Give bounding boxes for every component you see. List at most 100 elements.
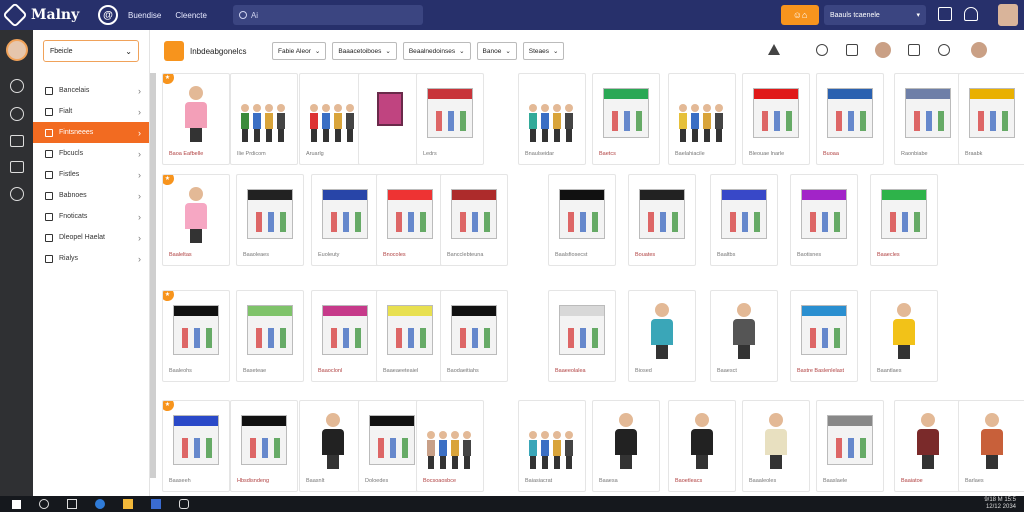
person-body (615, 429, 637, 455)
product-card[interactable]: Biosed (628, 290, 696, 382)
product-card[interactable]: Bnaulseidar (518, 73, 586, 165)
account-dropdown[interactable]: Baauls tcaenele ▾ (824, 5, 926, 25)
globe-icon[interactable] (9, 79, 24, 93)
filter-dropdown[interactable]: Beaalnedoinses ⌄ (402, 42, 471, 60)
clothing-rack (822, 328, 828, 348)
search-icon[interactable] (39, 499, 49, 509)
product-card[interactable]: Baaeeolalea (548, 290, 616, 382)
nav-link-1[interactable]: Buendise (128, 11, 161, 20)
share-icon[interactable] (816, 44, 828, 56)
browser-icon[interactable] (95, 499, 105, 509)
product-card[interactable]: Ilie Prdicom (230, 73, 298, 165)
sidebar-item[interactable]: Rialys › (33, 248, 149, 269)
sidebar-select[interactable]: Fbeicle ⌄ (43, 40, 139, 62)
brand-icon[interactable]: @ (98, 5, 118, 25)
product-card[interactable]: Bancclebteuna (440, 174, 508, 266)
scissors-icon[interactable] (938, 44, 950, 56)
warning-icon[interactable] (768, 44, 780, 55)
product-card[interactable]: Baotisnes (790, 174, 858, 266)
sidebar-item[interactable]: Fintsneees › (33, 122, 149, 143)
product-card[interactable]: Baaesct (710, 290, 778, 382)
quick-action-button[interactable]: ☺⌂ (781, 5, 819, 25)
start-icon[interactable] (12, 499, 21, 509)
product-card[interactable]: Bastre Baslenlelast (790, 290, 858, 382)
product-card[interactable]: Baaseeh ★ (162, 400, 230, 492)
product-card[interactable]: Baasnlt (299, 400, 367, 492)
sidebar-item[interactable]: Fistles › (33, 164, 149, 185)
product-card[interactable]: Bleouae lnarle (742, 73, 810, 165)
product-card[interactable]: Baiasiacrat (518, 400, 586, 492)
filter-dropdown[interactable]: Fabie Aleor ⌄ (272, 42, 327, 60)
product-caption: Baodaeitiahs (447, 368, 479, 374)
person-legs (530, 456, 536, 469)
product-card[interactable]: Hbsdisndeng (230, 400, 298, 492)
product-card[interactable]: Baaesa (592, 400, 660, 492)
product-card[interactable]: Bnocoles (376, 174, 444, 266)
search-input[interactable]: Ai (232, 5, 423, 25)
product-card[interactable]: Baaslaele (816, 400, 884, 492)
product-card[interactable]: Baoa Eafbelle ★ (162, 73, 230, 165)
filter-dropdown[interactable]: Steaes ⌄ (522, 42, 565, 60)
product-card[interactable]: Euoleuty (311, 174, 379, 266)
document-icon[interactable] (846, 44, 858, 56)
user-icon[interactable] (908, 44, 920, 56)
product-card[interactable]: Baelahiacile (668, 73, 736, 165)
product-card[interactable]: Baaecles (870, 174, 938, 266)
logo[interactable]: Malny (2, 2, 88, 28)
sidebar-item[interactable]: Fialt › (33, 101, 149, 122)
clothing-rack (274, 438, 280, 458)
product-card[interactable]: Baseteae (236, 290, 304, 382)
sidebar-item[interactable]: Fbcucls › (33, 143, 149, 164)
product-card[interactable]: Aruarlg (299, 73, 367, 165)
user-avatar[interactable] (998, 4, 1018, 26)
product-card[interactable]: Ledrs (416, 73, 484, 165)
product-caption: Baaesa (599, 478, 618, 484)
calendar-icon[interactable] (938, 7, 952, 21)
avatar[interactable] (971, 42, 987, 58)
product-card[interactable]: Baetcs (592, 73, 660, 165)
folder-icon[interactable] (123, 499, 133, 509)
product-card[interactable]: Baaiatoe (894, 400, 962, 492)
app-icon[interactable] (179, 499, 189, 509)
product-card[interactable]: Baaeaeeteaiel (376, 290, 444, 382)
product-card[interactable]: Baoetleacs (668, 400, 736, 492)
store-icon[interactable] (151, 499, 161, 509)
product-card[interactable]: Bouates (628, 174, 696, 266)
product-card[interactable]: Baaleohs ★ (162, 290, 230, 382)
product-card[interactable]: Baaoleaes (236, 174, 304, 266)
person-head (715, 104, 723, 112)
product-card[interactable]: Baaltbs (710, 174, 778, 266)
bell-icon[interactable] (964, 7, 978, 21)
product-card[interactable]: Buoaa (816, 73, 884, 165)
product-card[interactable]: Braabk (958, 73, 1024, 165)
sidebar-item[interactable]: Babnoes › (33, 185, 149, 206)
home-icon[interactable] (9, 135, 24, 147)
scrollbar[interactable] (150, 73, 156, 478)
product-image (421, 405, 479, 469)
product-card[interactable]: Baaoclonl (311, 290, 379, 382)
avatar[interactable] (875, 42, 891, 58)
sidebar-item[interactable]: Bancelais › (33, 80, 149, 101)
task-view-icon[interactable] (67, 499, 77, 509)
person-body (451, 440, 459, 456)
product-grid: Baoa Eafbelle ★ Ilie Prdicom Aruarlg Ledrs Bn… (162, 73, 1024, 496)
store-icon[interactable] (9, 161, 24, 173)
nav-link-2[interactable]: Cleencte (175, 11, 207, 20)
product-card[interactable]: Barlaes (958, 400, 1024, 492)
model-figure (183, 187, 209, 243)
filter-dropdown[interactable]: Baaacetoiboes ⌄ (332, 42, 397, 60)
cloud-icon[interactable] (9, 187, 24, 201)
avatar[interactable] (5, 39, 28, 61)
sidebar-item[interactable]: Fnoticats › (33, 206, 149, 227)
product-card[interactable]: Baantlaes (870, 290, 938, 382)
product-card[interactable]: Baaaleoles (742, 400, 810, 492)
filter-dropdown[interactable]: Banoe ⌄ (476, 42, 517, 60)
product-card[interactable]: Baaleltas ★ (162, 174, 230, 266)
category-icon[interactable] (164, 41, 184, 61)
product-card[interactable]: Bocsoaosbce (416, 400, 484, 492)
product-card[interactable]: Baodaeitiahs (440, 290, 508, 382)
product-card[interactable]: Raonbiabe (894, 73, 962, 165)
refresh-icon[interactable] (9, 107, 24, 121)
sidebar-item[interactable]: Dleopel Haelat › (33, 227, 149, 248)
product-card[interactable]: Baalsfiosecst (548, 174, 616, 266)
